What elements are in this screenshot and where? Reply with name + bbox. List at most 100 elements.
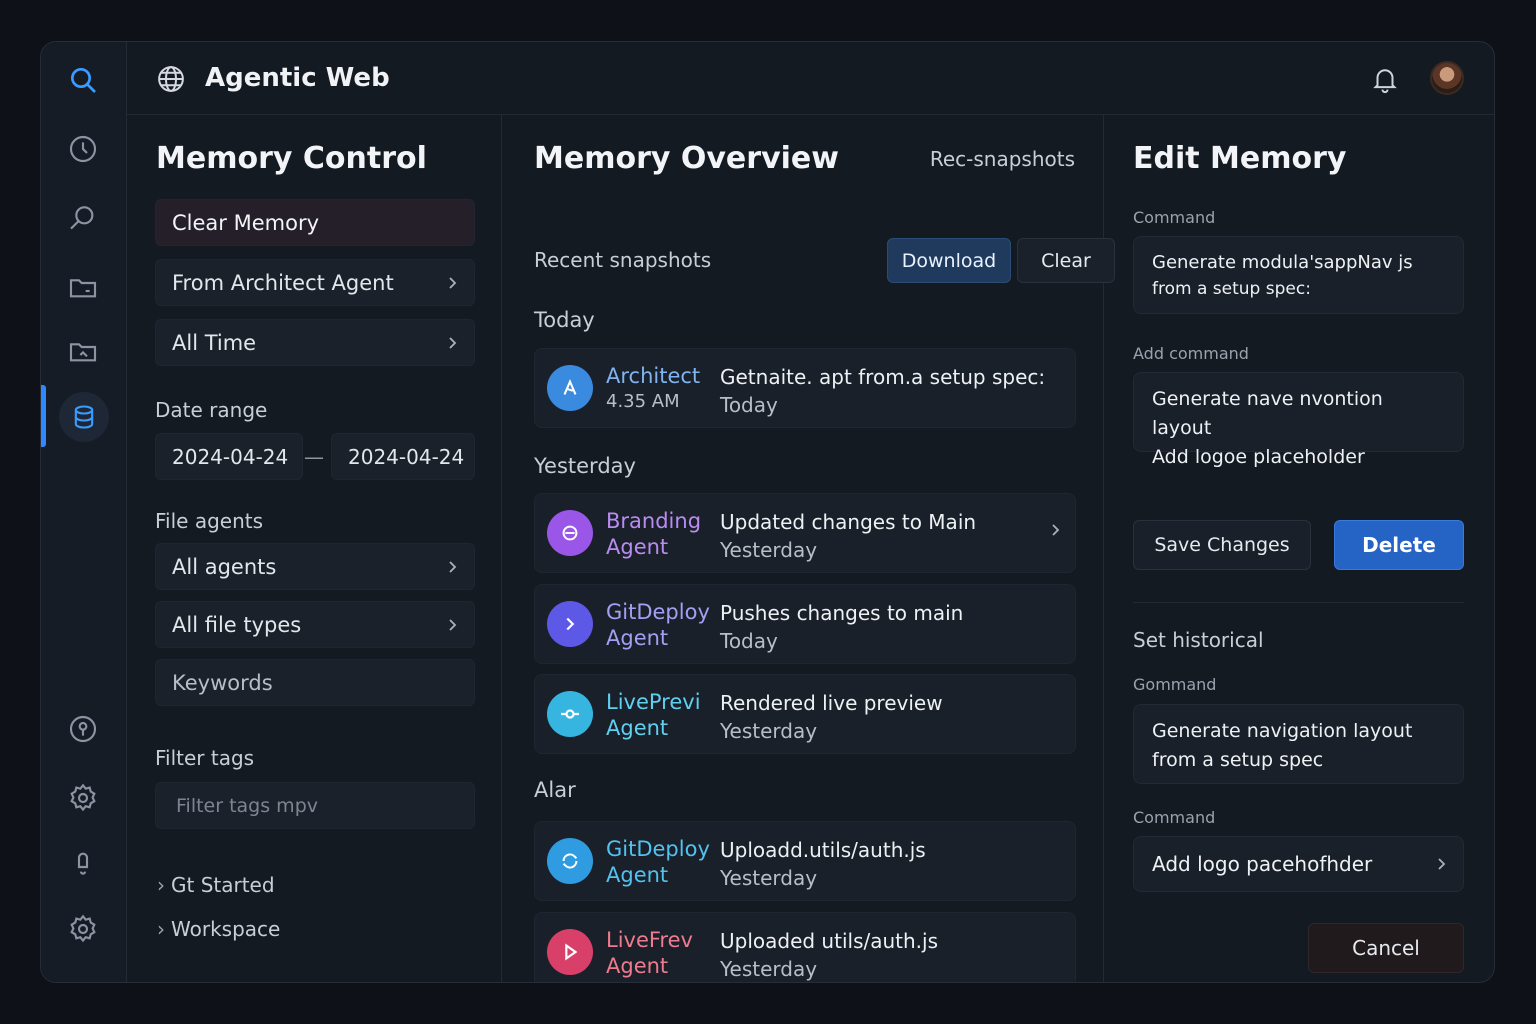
explore-icon[interactable] [64,199,102,237]
snapshot-when: Today [720,393,778,417]
tree-item-get-started[interactable]: Gt Started [157,873,275,897]
date-separator: — [304,445,324,469]
time-select[interactable]: All Time [155,319,475,366]
snapshot-agent: GitDeploy Agent [606,599,710,651]
snapshot-description: Getnaite. apt from.a setup spec: Today [720,363,1045,419]
media-folder-icon[interactable] [64,332,102,370]
date-from-input[interactable]: 2024-04-24 [155,433,303,480]
snapshot-description: Pushes changes to main Today [720,599,963,655]
edit-memory-panel: Edit Memory Command Generate modula'sapp… [1104,115,1494,982]
delete-button[interactable]: Delete [1334,520,1464,570]
command2-label: Command [1133,808,1216,827]
historical-line: from a setup spec [1152,749,1324,771]
snapshot-item[interactable]: LivePrevi Agent Rendered live preview Ye… [534,674,1076,754]
snapshot-item[interactable]: GitDeploy Agent Uploadd.utils/auth.js Ye… [534,821,1076,901]
chevron-right-icon [449,276,457,289]
chevron-right-icon [449,336,457,349]
agent-sub: Agent [606,863,669,887]
chevron-right-icon [449,618,457,631]
chevron-right-icon [449,560,457,573]
save-changes-button[interactable]: Save Changes [1133,520,1311,570]
sync-icon [547,838,593,884]
snapshot-text: Getnaite. apt from.a setup spec: [720,365,1046,389]
gear-icon[interactable] [64,910,102,948]
add-command-field[interactable]: Generate nave nvontion layout Add logoe … [1133,372,1464,468]
rec-snapshots-link[interactable]: Rec-snapshots [930,147,1075,171]
agent-name: Branding [606,509,702,533]
folder-icon[interactable] [64,268,102,306]
download-button[interactable]: Download [887,238,1011,283]
snapshot-agent: GitDeploy Agent [606,836,710,888]
add-command-line: Add logoe placeholder [1152,446,1365,468]
avatar[interactable] [1430,61,1464,95]
database-icon[interactable] [59,392,109,442]
agent-name: LivePrevi [606,690,701,714]
agents-select[interactable]: All agents [155,543,475,590]
group-title-today: Today [534,308,595,332]
source-select[interactable]: From Architect Agent [155,259,475,306]
file-types-select[interactable]: All file types [155,601,475,648]
memory-control-panel: Memory Control Clear Memory From Archite… [127,115,502,982]
gommand-label: Gommand [1133,675,1217,694]
snapshot-description: Rendered live preview Yesterday [720,689,943,745]
snapshot-item[interactable]: GitDeploy Agent Pushes changes to main T… [534,584,1076,664]
settings-icon[interactable] [64,779,102,817]
agent-name: GitDeploy [606,600,710,624]
snapshot-when: Yesterday [720,866,818,890]
snapshot-text: Rendered live preview [720,691,943,715]
snapshot-item[interactable]: Architect 4.35 AM Getnaite. apt from.a s… [534,348,1076,428]
agent-name: Architect [606,364,701,388]
snapshot-item[interactable]: Branding Agent Updated changes to Main Y… [534,493,1076,573]
play-icon [547,929,593,975]
keywords-input[interactable]: Keywords [155,659,475,706]
source-select-label: From Architect Agent [172,270,394,295]
agent-sub: Agent [606,954,669,978]
branding-icon [547,510,593,556]
snapshot-description: Uploadd.utils/auth.js Yesterday [720,836,926,892]
agent-name: GitDeploy [606,837,710,861]
history-icon[interactable] [64,130,102,168]
command2-value: Add logo pacehofhder [1152,852,1373,876]
historical-command-field[interactable]: Generate navigation layout from a setup … [1133,704,1464,784]
file-types-select-label: All file types [172,612,302,637]
snapshot-description: Updated changes to Main Yesterday [720,508,976,564]
snapshot-description: Uploaded utils/auth.js Yesterday [720,927,938,982]
chevron-right-icon[interactable] [1047,522,1063,538]
memory-overview-panel: Memory Overview Rec-snapshots Recent sna… [502,115,1115,982]
snapshot-when: Yesterday [720,538,818,562]
agent-name: LiveFrev [606,928,693,952]
agent-sub: Agent [606,626,669,650]
historical-line: Generate navigation layout [1152,720,1413,742]
command-field[interactable]: Generate modula'sappNav js from a setup … [1133,236,1464,314]
snapshot-text: Uploadd.utils/auth.js [720,838,926,862]
bell-icon[interactable] [1370,64,1400,94]
clear-button[interactable]: Clear [1017,238,1115,283]
filter-tags-input[interactable]: Filter tags mpv [155,782,475,829]
active-indicator [41,385,46,447]
file-agents-label: File agents [155,509,264,533]
globe-icon [156,64,186,94]
date-to-input[interactable]: 2024-04-24 [331,433,475,480]
search-icon[interactable] [64,61,102,99]
add-command-line: Generate nave nvontion layout [1152,388,1383,439]
tree-item-workspace[interactable]: Workspace [157,917,280,941]
command-line: Generate modula'sappNav js [1152,252,1413,273]
snapshot-item[interactable]: LiveFrev Agent Uploaded utils/auth.js Ye… [534,912,1076,982]
notification-icon[interactable] [64,844,102,882]
live-preview-icon [547,691,593,737]
cancel-button[interactable]: Cancel [1308,923,1464,973]
command2-select[interactable]: Add logo pacehofhder [1133,836,1464,892]
snapshot-text: Updated changes to Main [720,510,977,534]
recent-snapshots-label: Recent snapshots [534,248,712,272]
date-range-label: Date range [155,398,268,422]
chevron-right-icon [1438,858,1446,870]
snapshot-text: Pushes changes to main [720,601,964,625]
architect-icon [547,365,593,411]
snapshot-time: 4.35 AM [606,391,680,412]
command-label: Command [1133,208,1216,227]
snapshot-agent: Branding Agent [606,508,701,560]
group-title-alar: Alar [534,778,576,802]
help-icon[interactable] [64,710,102,748]
filter-tags-label: Filter tags [155,746,255,770]
clear-memory-button[interactable]: Clear Memory [155,199,475,246]
